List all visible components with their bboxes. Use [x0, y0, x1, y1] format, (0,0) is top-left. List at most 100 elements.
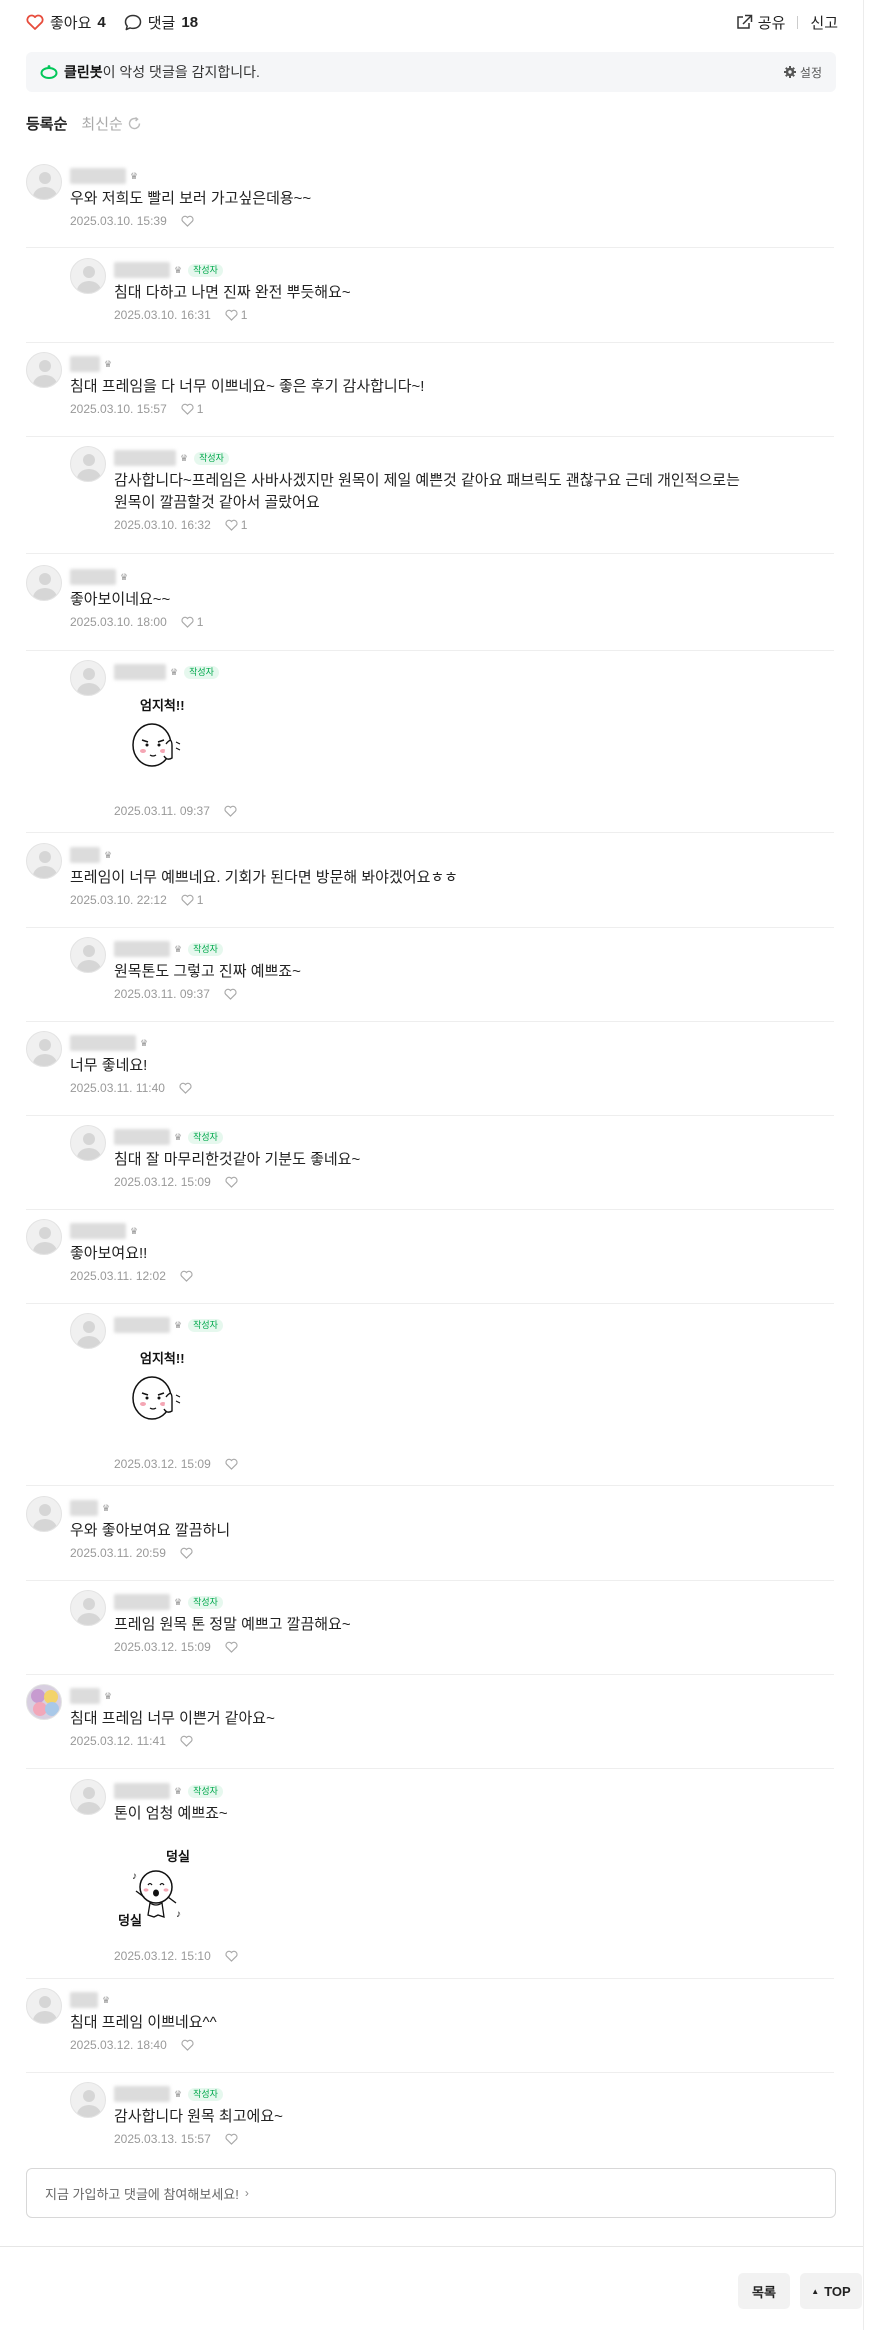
comment-date: 2025.03.11. 12:02	[70, 1269, 166, 1283]
like-count: 1	[240, 308, 248, 322]
avatar[interactable]	[26, 1219, 62, 1255]
comment-date: 2025.03.10. 15:57	[70, 402, 167, 416]
comment-text: 우와 저희도 빨리 보러 가고싶은데용~~	[70, 190, 312, 207]
comment-like-button[interactable]	[225, 2133, 241, 2145]
comment-like-button[interactable]	[225, 1458, 241, 1470]
comment-like-button[interactable]	[225, 1641, 241, 1653]
comment-divider	[26, 1580, 834, 1581]
sort-by-latest[interactable]: 최신순	[81, 113, 122, 134]
nickname[interactable]	[70, 356, 100, 372]
avatar[interactable]	[70, 1313, 106, 1349]
comment-like-button[interactable]	[180, 1270, 196, 1282]
nickname[interactable]	[114, 450, 176, 466]
comment-meta: 2025.03.12. 18:40	[70, 2038, 197, 2052]
comment-meta: 2025.03.11. 20:59	[70, 1546, 196, 1560]
cleanbot-setting-button[interactable]: 설정	[783, 64, 822, 81]
comment-text: 침대 프레임 이쁘네요^^	[70, 2014, 217, 2031]
comment-like-button[interactable]	[179, 1082, 195, 1094]
comment-divider	[26, 832, 834, 833]
comment-like-button[interactable]: 1	[181, 615, 203, 629]
nickname[interactable]	[70, 1500, 98, 1516]
avatar[interactable]	[70, 1779, 106, 1815]
comment-meta: 2025.03.10. 16:32 1	[114, 518, 247, 532]
nickname[interactable]	[114, 1783, 170, 1799]
comment-date: 2025.03.12. 15:09	[114, 1175, 211, 1189]
comment-like-button[interactable]: 1	[225, 308, 248, 322]
comment-like-button[interactable]: 1	[181, 402, 203, 416]
avatar[interactable]	[26, 565, 62, 601]
comment-like-button[interactable]: 1	[225, 518, 247, 532]
nickname[interactable]	[114, 1129, 170, 1145]
report-button[interactable]: 신고	[810, 12, 838, 33]
avatar[interactable]	[70, 660, 106, 696]
comment-meta: 2025.03.12. 11:41	[70, 1734, 196, 1748]
nickname[interactable]	[70, 1035, 136, 1051]
nickname[interactable]	[70, 569, 116, 585]
avatar[interactable]	[26, 1988, 62, 2024]
like-button[interactable]: 좋아요 4	[26, 12, 106, 33]
sort-by-registration[interactable]: 등록순	[26, 113, 67, 134]
avatar[interactable]	[70, 2082, 106, 2118]
comment-like-button[interactable]	[224, 805, 240, 817]
heart-icon	[225, 309, 238, 321]
share-button[interactable]: 공유	[736, 12, 785, 33]
heart-icon	[181, 215, 194, 227]
avatar[interactable]	[26, 843, 62, 879]
avatar[interactable]	[70, 937, 106, 973]
avatar[interactable]	[70, 446, 106, 482]
nickname[interactable]	[114, 2086, 170, 2102]
comment-like-button[interactable]: 1	[181, 893, 204, 907]
comment-text: 침대 프레임 너무 이쁜거 같아요~	[70, 1710, 275, 1727]
comment-like-button[interactable]	[180, 1547, 196, 1559]
comment-like-button[interactable]	[181, 2039, 197, 2051]
nickname[interactable]	[114, 664, 166, 680]
heart-icon	[225, 1950, 238, 1962]
avatar[interactable]	[70, 1590, 106, 1626]
list-button[interactable]: 목록	[738, 2273, 790, 2309]
comment-divider	[26, 1021, 834, 1022]
sticker-caption-2: 덩실	[118, 1913, 142, 1928]
top-button[interactable]: ▲ TOP	[800, 2273, 862, 2309]
avatar[interactable]	[70, 1125, 106, 1161]
nickname[interactable]	[114, 262, 170, 278]
comment-count-button[interactable]: 댓글 18	[124, 12, 198, 33]
nickname[interactable]	[70, 847, 100, 863]
refresh-icon[interactable]	[127, 116, 142, 131]
nickname[interactable]	[114, 941, 170, 957]
comment: ♛ 우와 좋아보여요 깔끔하니 2025.03.11. 20:59	[26, 1496, 834, 1566]
comment-like-button[interactable]	[225, 1950, 241, 1962]
sort-tabs: 등록순 최신순	[26, 112, 142, 134]
comment-text: 침대 프레임을 다 너무 이쁘네요~ 좋은 후기 감사합니다~!	[70, 378, 425, 395]
nickname[interactable]	[70, 1223, 126, 1239]
cleanbot-brand: 클린봇	[64, 64, 103, 80]
nickname[interactable]	[70, 1688, 100, 1704]
comment-like-button[interactable]	[224, 988, 240, 1000]
avatar[interactable]	[26, 164, 62, 200]
comment-divider	[26, 247, 834, 248]
nickname[interactable]	[114, 1317, 170, 1333]
heart-icon	[180, 1270, 193, 1282]
comment-like-button[interactable]	[181, 215, 197, 227]
comment-like-button[interactable]	[225, 1176, 241, 1188]
like-count: 1	[196, 893, 204, 907]
comment-meta: 2025.03.10. 15:39	[70, 214, 197, 228]
comment-label: 댓글	[147, 14, 176, 32]
comment-date: 2025.03.12. 15:09	[114, 1457, 211, 1471]
article-toolbar: 좋아요 4 댓글 18 공유 신고	[26, 8, 838, 36]
comment-count: 18	[181, 13, 199, 31]
avatar[interactable]	[26, 1684, 62, 1720]
comment-bubble-icon	[124, 14, 141, 30]
nickname[interactable]	[70, 1992, 98, 2008]
comment-date: 2025.03.10. 18:00	[70, 615, 167, 629]
nickname[interactable]	[70, 168, 126, 184]
thumbs-up-sticker: 엄지척!!	[132, 1351, 185, 1420]
avatar[interactable]	[26, 352, 62, 388]
avatar[interactable]	[26, 1496, 62, 1532]
heart-icon	[181, 894, 194, 906]
comment-like-button[interactable]	[180, 1735, 196, 1747]
avatar[interactable]	[70, 258, 106, 294]
nickname[interactable]	[114, 1594, 170, 1610]
svg-text:♪: ♪	[132, 1871, 137, 1882]
join-to-comment-box[interactable]: 지금 가입하고 댓글에 참여해보세요! ›	[26, 2168, 836, 2218]
avatar[interactable]	[26, 1031, 62, 1067]
